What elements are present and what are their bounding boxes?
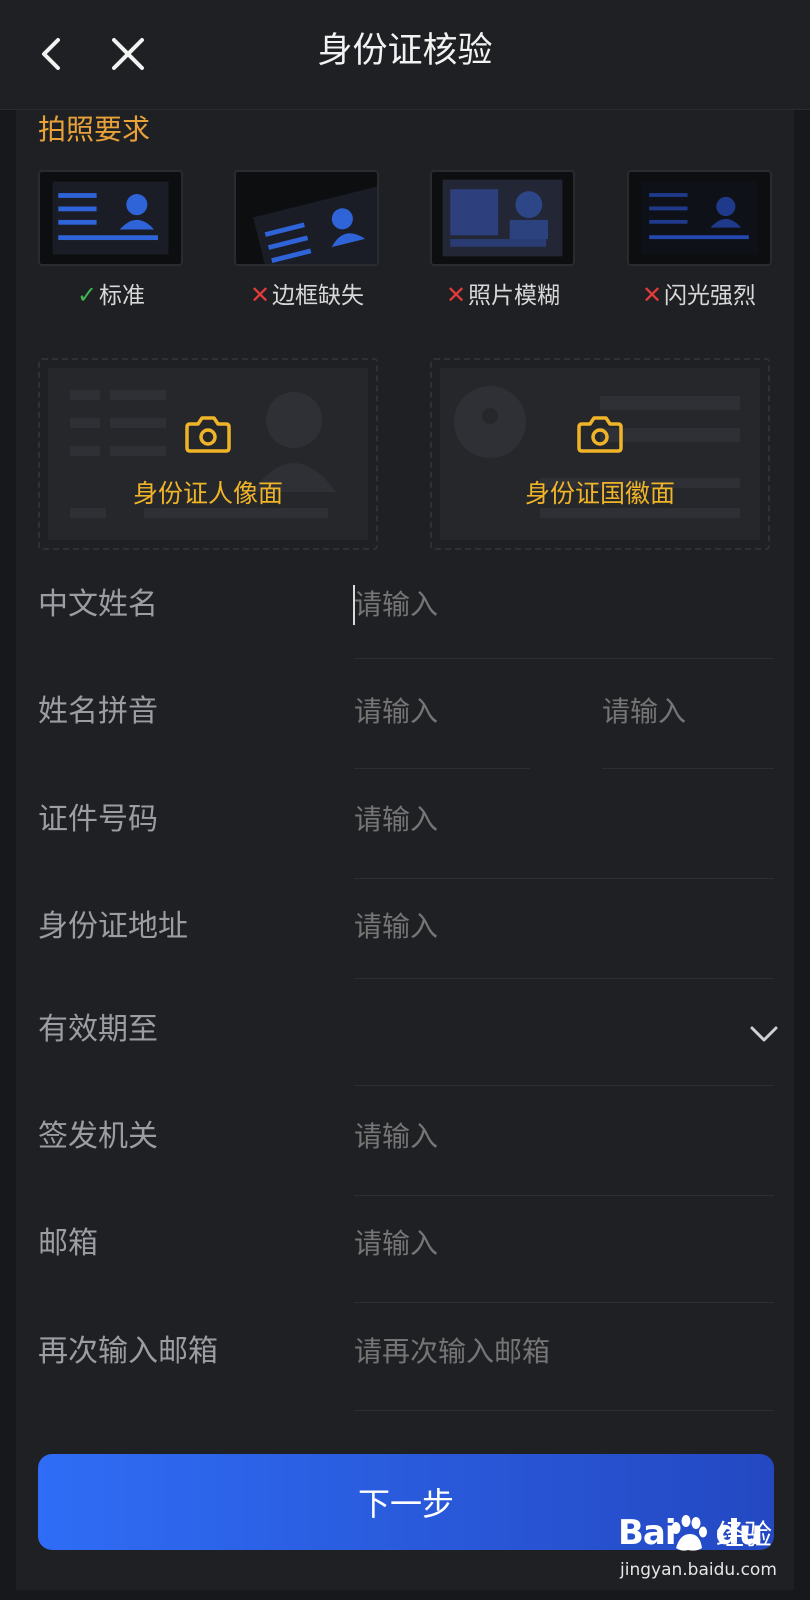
id-card-front-placeholder [70, 390, 336, 518]
email-confirm-label: 再次输入邮箱 [38, 1334, 218, 1369]
validity-label: 有效期至 [38, 1012, 158, 1047]
sample-standard-image [38, 170, 183, 266]
sample-blurry-image [430, 170, 575, 266]
jingyan-brand-text: 经验 [716, 1518, 773, 1551]
cross-icon: ✕ [641, 281, 663, 309]
row-divider [354, 1195, 774, 1196]
navigation-bar: 身份证核验 [0, 0, 810, 110]
email-confirm-input[interactable] [354, 1330, 774, 1374]
sample-missing-border-image [234, 170, 379, 266]
chevron-down-icon[interactable] [748, 1020, 780, 1046]
id-card-back-placeholder [454, 386, 740, 518]
issuing-authority-input[interactable] [354, 1115, 774, 1159]
photo-requirements-title: 拍照要求 [38, 113, 151, 146]
upload-id-back-label: 身份证国徽面 [524, 479, 675, 508]
validity-date-select[interactable] [354, 1008, 734, 1052]
sample-label-strong-flash: ✕闪光强烈 [641, 281, 757, 309]
row-divider [354, 1410, 774, 1411]
chinese-name-label: 中文姓名 [38, 587, 158, 622]
id-number-input[interactable] [354, 798, 774, 842]
address-input[interactable] [354, 905, 774, 949]
row-divider [354, 658, 774, 659]
paw-icon [671, 1515, 707, 1551]
cross-icon: ✕ [445, 281, 467, 309]
row-divider [602, 768, 774, 769]
row-divider [354, 878, 774, 879]
baidu-jingyan-watermark: Bai du 经验 jingyan.baidu.com [618, 1512, 798, 1592]
text-caret [353, 585, 355, 625]
row-divider [354, 1302, 774, 1303]
upload-id-front-button[interactable]: 身份证人像面 [38, 358, 378, 550]
sample-strong-flash-image [627, 170, 772, 266]
row-divider [354, 768, 530, 769]
sample-label-standard: ✓标准 [76, 281, 146, 309]
id-card-flash-illustration [641, 181, 758, 255]
id-card-standard-illustration [52, 181, 169, 255]
camera-icon [577, 416, 623, 453]
upload-id-front-label: 身份证人像面 [132, 479, 283, 508]
upload-id-back-button[interactable]: 身份证国徽面 [430, 358, 770, 550]
upload-id-front-area: 身份证人像面 [48, 368, 368, 540]
pinyin-label: 姓名拼音 [38, 694, 158, 729]
sample-label-blurry: ✕照片模糊 [445, 281, 561, 309]
sample-label-missing-border: ✕边框缺失 [249, 281, 365, 309]
camera-icon [185, 416, 231, 453]
pinyin-surname-input[interactable] [354, 690, 524, 734]
watermark-url: jingyan.baidu.com [620, 1560, 777, 1580]
email-label: 邮箱 [38, 1226, 98, 1261]
issuing-authority-label: 签发机关 [38, 1119, 158, 1154]
cross-icon: ✕ [249, 281, 271, 309]
upload-id-back-area: 身份证国徽面 [440, 368, 760, 540]
id-number-label: 证件号码 [38, 802, 158, 837]
chinese-name-input[interactable] [354, 583, 774, 627]
address-label: 身份证地址 [38, 909, 188, 944]
email-input[interactable] [354, 1222, 774, 1266]
check-icon: ✓ [76, 281, 98, 309]
id-card-tilted-illustration [253, 182, 377, 264]
id-card-blurry-illustration [442, 179, 563, 257]
page-title: 身份证核验 [317, 31, 493, 71]
row-divider [354, 1085, 774, 1086]
pinyin-given-name-input[interactable] [602, 690, 772, 734]
row-divider [354, 978, 774, 979]
